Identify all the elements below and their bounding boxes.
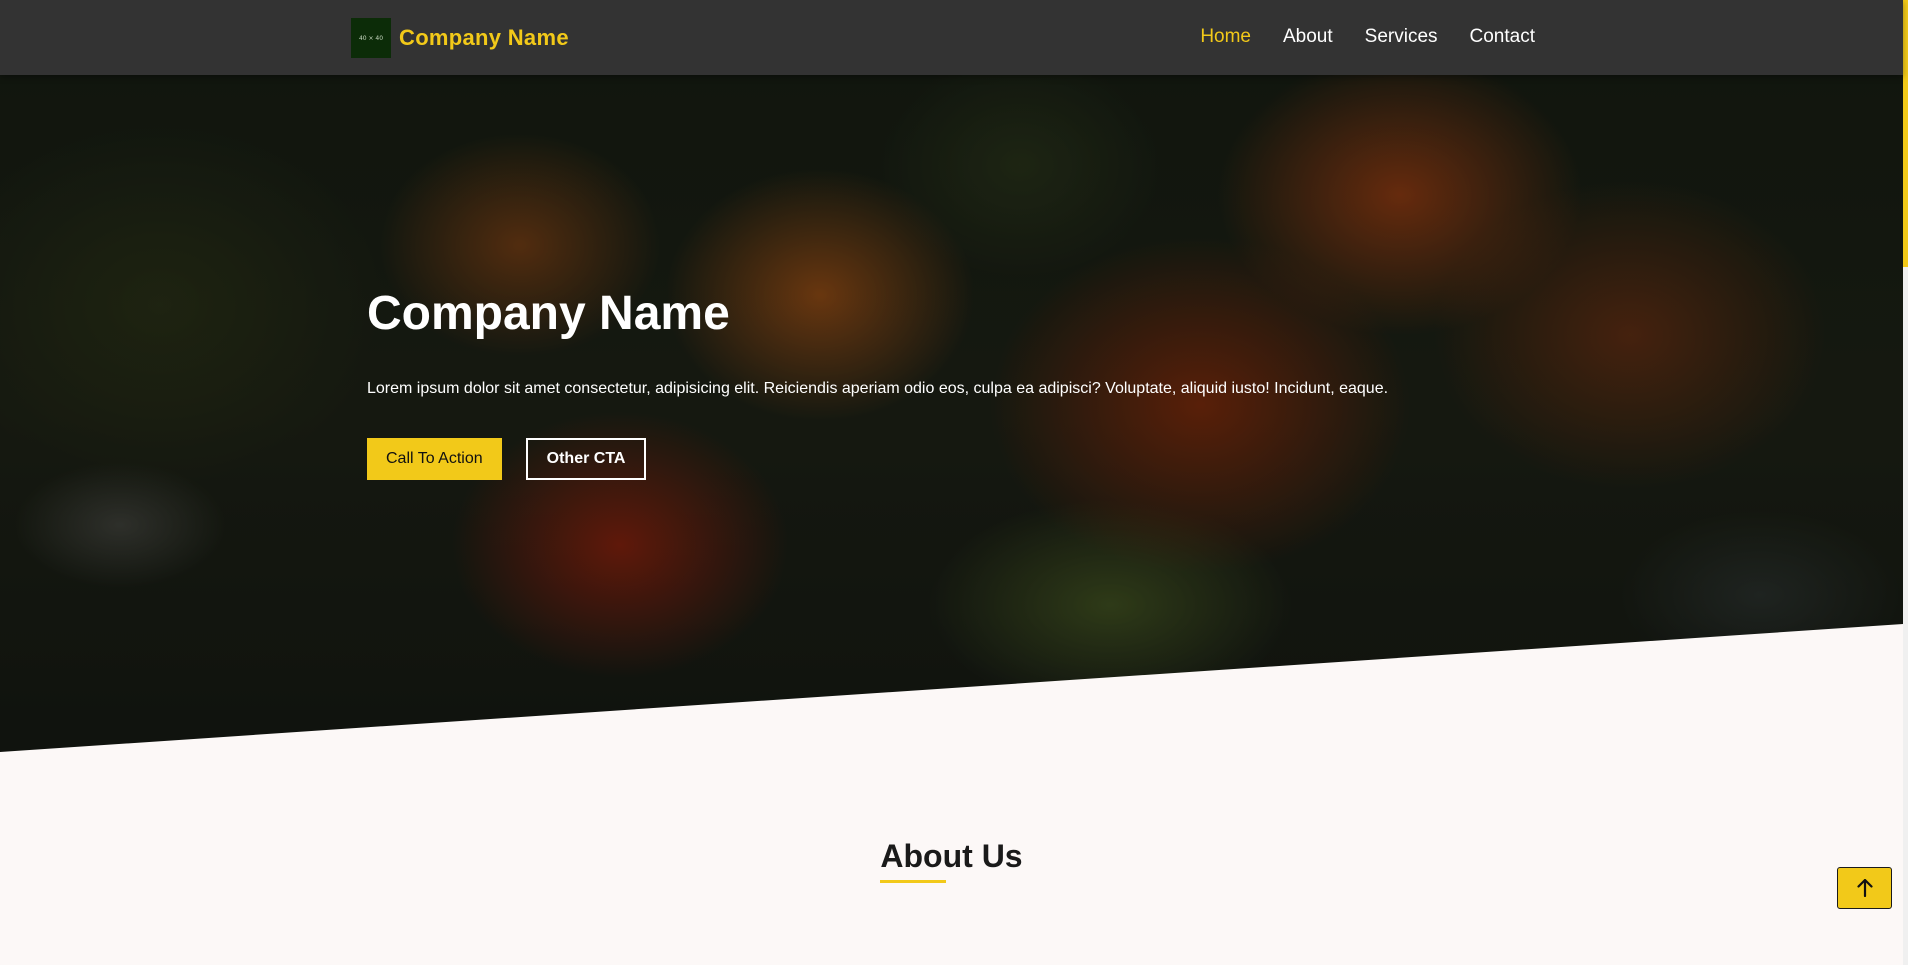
brand-logo-placeholder-text: 40 × 40 [358, 34, 384, 42]
navbar: 40 × 40 Company Name Home About Services… [0, 0, 1903, 75]
hero-section: Company Name Lorem ipsum dolor sit amet … [0, 75, 1903, 755]
about-heading-underline [880, 880, 947, 883]
hero-description: Lorem ipsum dolor sit amet consectetur, … [367, 380, 1389, 397]
page-scrollbar-thumb[interactable] [1903, 0, 1908, 267]
brand-name: Company Name [399, 25, 569, 50]
page-scrollbar[interactable] [1903, 0, 1908, 965]
about-heading-text: About Us [880, 838, 1023, 874]
brand-link[interactable]: 40 × 40 Company Name [351, 18, 569, 58]
nav-link-about[interactable]: About [1283, 26, 1333, 48]
nav-link-contact[interactable]: Contact [1470, 26, 1535, 48]
hero-title: Company Name [367, 287, 730, 340]
scroll-to-top-button[interactable] [1837, 867, 1892, 909]
about-section: About Us [0, 838, 1903, 883]
arrow-up-icon [1856, 879, 1873, 897]
about-heading: About Us [880, 838, 1023, 883]
call-to-action-button[interactable]: Call To Action [367, 438, 502, 481]
brand-logo: 40 × 40 [351, 18, 391, 58]
nav-link-home[interactable]: Home [1200, 26, 1251, 48]
nav-link-services[interactable]: Services [1365, 26, 1438, 48]
hero-content: Company Name Lorem ipsum dolor sit amet … [367, 287, 1467, 481]
hero-buttons: Call To Action Other CTA [367, 438, 1467, 481]
main-nav: Home About Services Contact [1200, 26, 1535, 48]
other-cta-button[interactable]: Other CTA [525, 438, 647, 481]
